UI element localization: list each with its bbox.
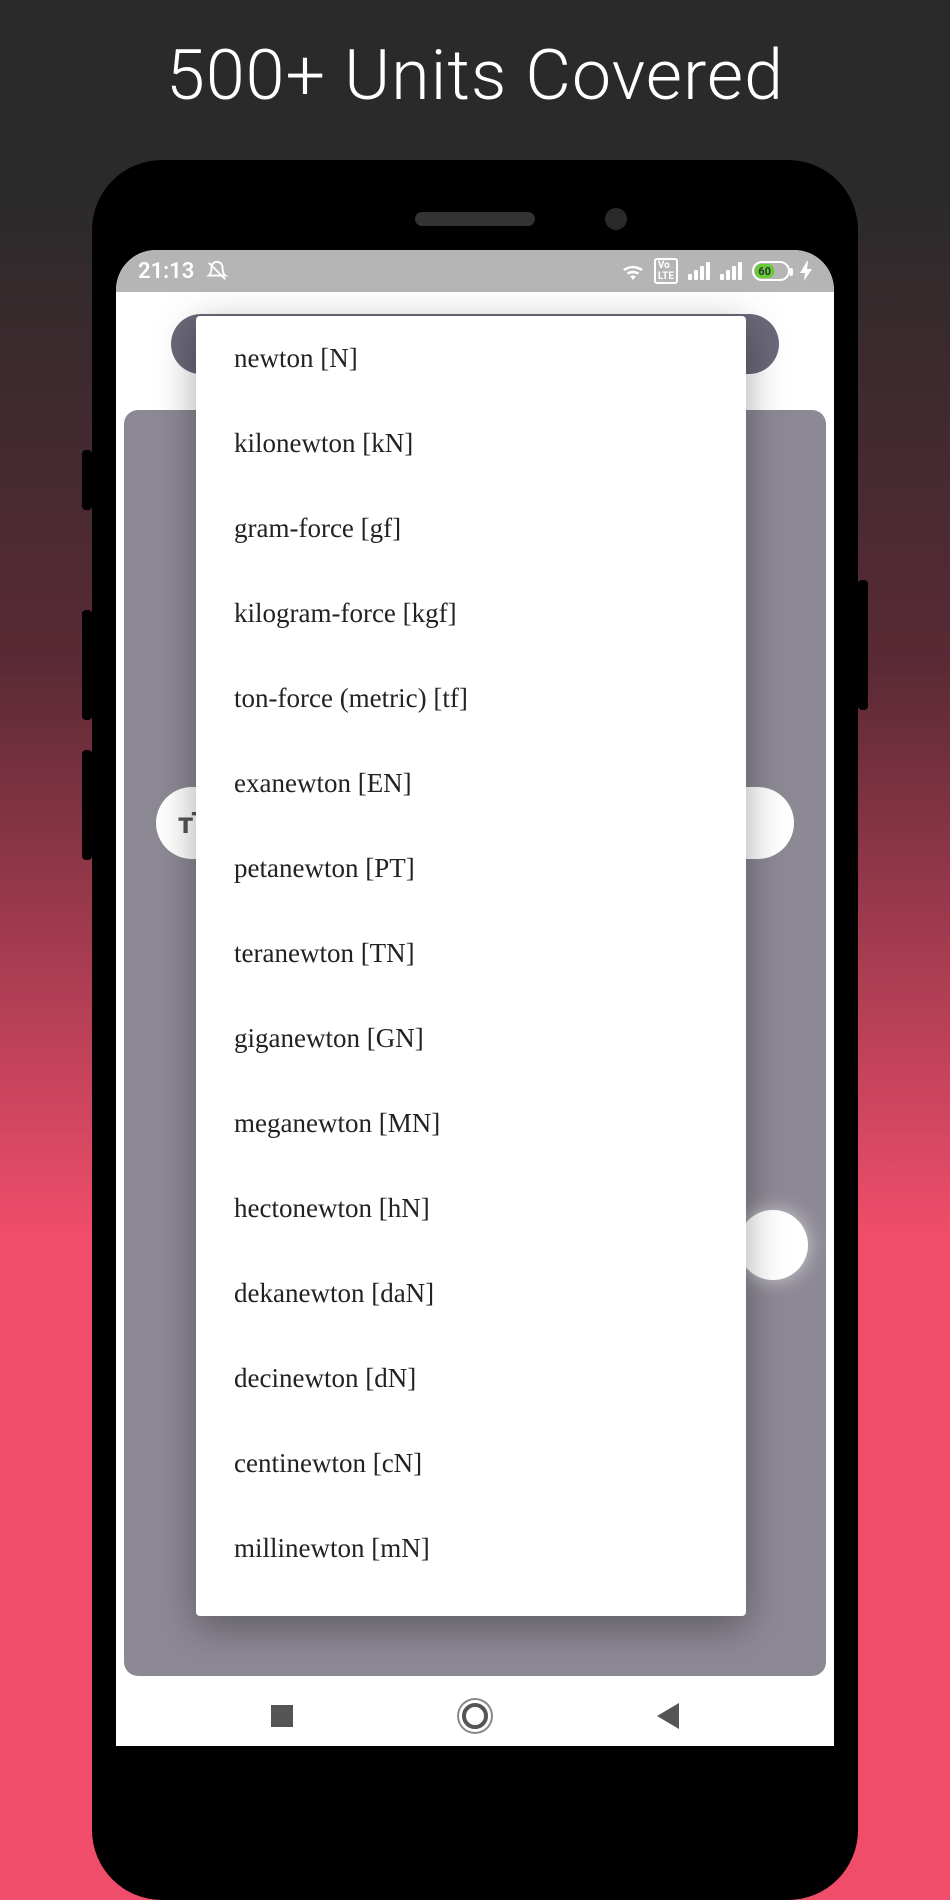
alarm-off-icon	[206, 260, 228, 282]
unit-option[interactable]: newton [N]	[196, 316, 746, 401]
wifi-icon	[622, 262, 644, 280]
unit-option[interactable]: kilonewton [kN]	[196, 401, 746, 486]
unit-option[interactable]: meganewton [MN]	[196, 1081, 746, 1166]
unit-option[interactable]: dekanewton [daN]	[196, 1251, 746, 1336]
unit-option[interactable]: kilogram-force [kgf]	[196, 571, 746, 656]
unit-option[interactable]: millinewton [mN]	[196, 1506, 746, 1591]
lte-indicator: VoLTE	[654, 258, 678, 284]
volume-down-button	[82, 750, 92, 860]
unit-option[interactable]: hectonewton [hN]	[196, 1166, 746, 1251]
phone-frame: 21:13 VoLTE 60	[92, 160, 858, 1900]
unit-option[interactable]: petanewton [PT]	[196, 826, 746, 911]
unit-option[interactable]: centinewton [cN]	[196, 1421, 746, 1506]
android-nav-bar	[116, 1686, 834, 1746]
promo-headline: 500+ Units Covered	[0, 0, 950, 117]
back-button[interactable]	[657, 1703, 679, 1729]
side-button	[82, 450, 92, 510]
unit-option[interactable]: teranewton [TN]	[196, 911, 746, 996]
front-camera	[605, 208, 627, 230]
phone-screen: 21:13 VoLTE 60	[116, 250, 834, 1746]
signal-icon	[720, 262, 742, 280]
status-time: 21:13	[138, 259, 194, 284]
unit-option[interactable]: exanewton [EN]	[196, 741, 746, 826]
action-fab[interactable]	[738, 1210, 808, 1280]
unit-option[interactable]: decinewton [dN]	[196, 1336, 746, 1421]
unit-option[interactable]: giganewton [GN]	[196, 996, 746, 1081]
home-button[interactable]	[462, 1703, 488, 1729]
recents-button[interactable]	[271, 1705, 293, 1727]
app-content: тT newton [N]kilonewton [kN]gram-force […	[116, 292, 834, 1686]
volume-up-button	[82, 610, 92, 720]
unit-option[interactable]: gram-force [gf]	[196, 486, 746, 571]
charging-icon	[800, 261, 812, 281]
power-button	[858, 580, 868, 710]
signal-icon	[688, 262, 710, 280]
unit-dropdown: newton [N]kilonewton [kN]gram-force [gf]…	[196, 316, 746, 1616]
battery-icon: 60	[752, 261, 790, 281]
unit-option[interactable]: ton-force (metric) [tf]	[196, 656, 746, 741]
status-bar: 21:13 VoLTE 60	[116, 250, 834, 292]
battery-level: 60	[755, 264, 774, 278]
speaker-slot	[415, 212, 535, 226]
